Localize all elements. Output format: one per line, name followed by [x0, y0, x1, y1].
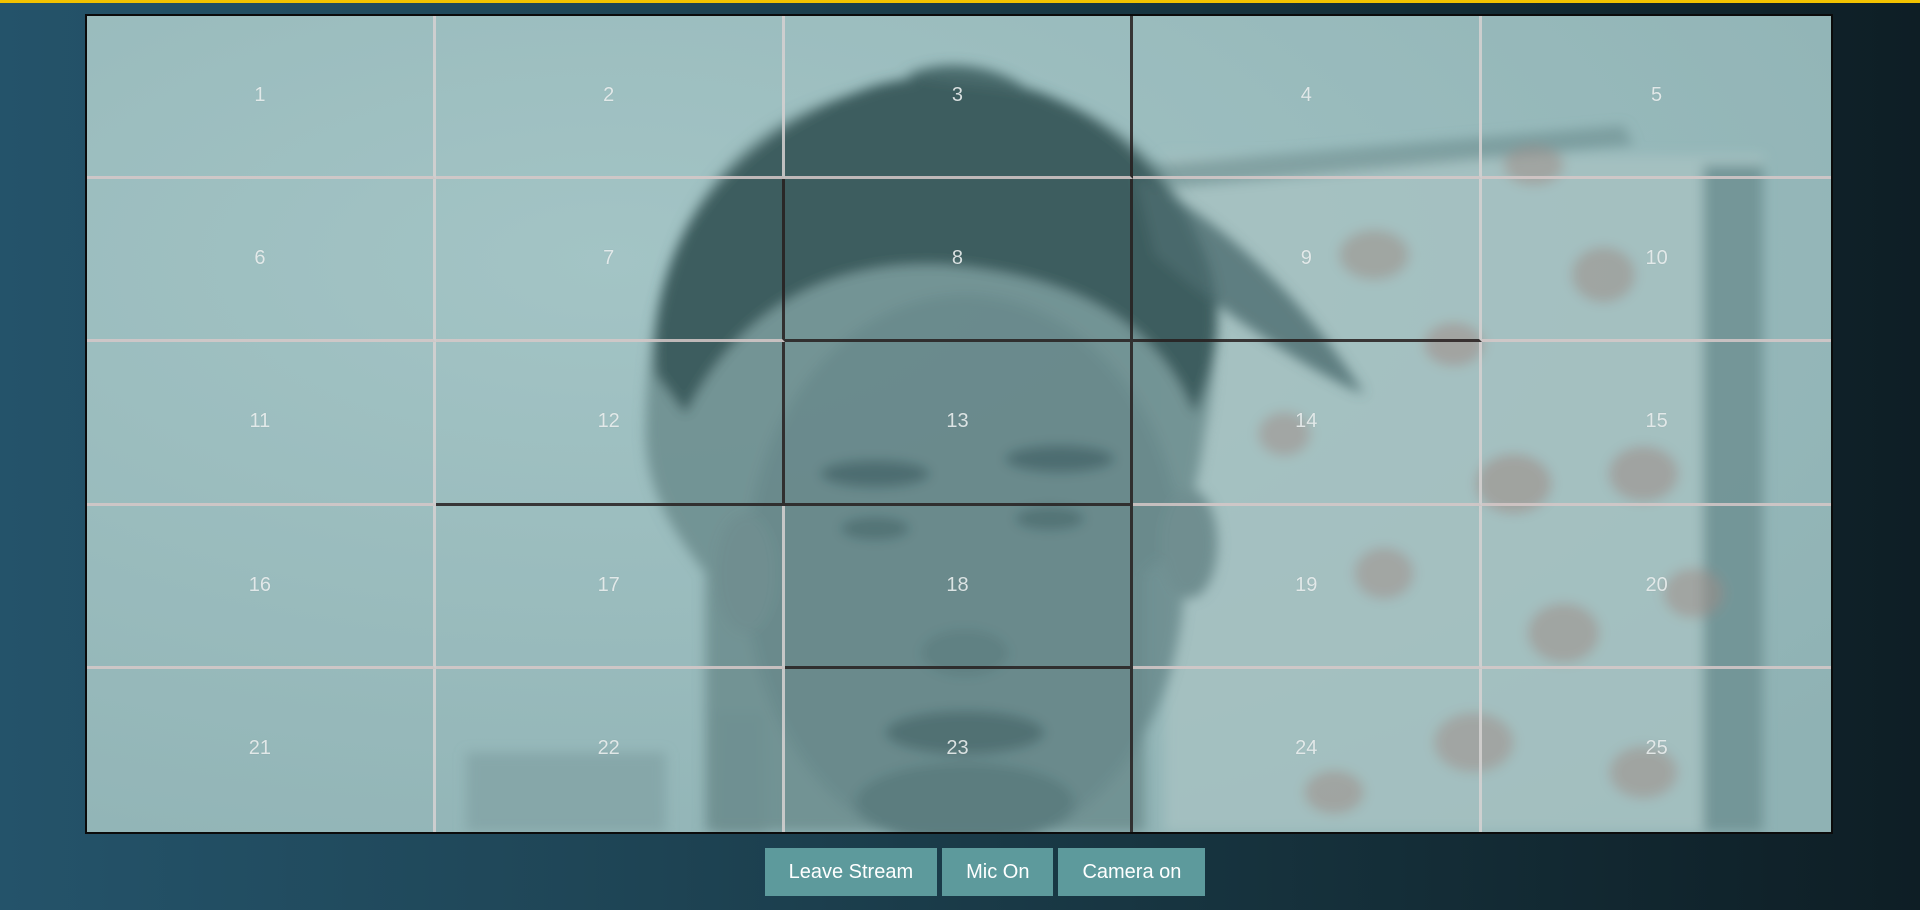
grid-cell-number: 9: [1300, 247, 1312, 270]
grid-cell[interactable]: 5: [1482, 16, 1831, 180]
grid-cell-number: 15: [1645, 410, 1668, 433]
grid-cell[interactable]: 14: [1133, 342, 1483, 506]
grid-cell[interactable]: 16: [87, 505, 436, 669]
grid-cell-number: 11: [249, 410, 271, 433]
grid-cell[interactable]: 24: [1133, 668, 1483, 832]
grid-cell-number: 4: [1300, 84, 1312, 106]
leave-stream-button[interactable]: Leave Stream: [764, 848, 938, 896]
grid-cell[interactable]: 25: [1482, 669, 1831, 832]
grid-cell-number: 13: [946, 410, 969, 433]
video-stream[interactable]: 1 2 3 4 5 6 7 8 9 10 11 12 13 14 15 16 1…: [85, 14, 1833, 834]
grid-cell[interactable]: 3: [784, 16, 1134, 180]
grid-cell-number: 20: [1645, 573, 1668, 596]
grid-cell[interactable]: 13: [784, 342, 1134, 506]
grid-cell-number: 17: [597, 573, 620, 596]
grid-cell[interactable]: 20: [1482, 506, 1831, 669]
grid-cell-number: 21: [248, 736, 272, 759]
grid-cell[interactable]: 6: [87, 179, 436, 343]
grid-cell-number: 1: [254, 84, 266, 106]
grid-cell[interactable]: 19: [1133, 505, 1483, 669]
grid-cell-number: 10: [1645, 247, 1668, 270]
grid-cell[interactable]: 17: [435, 505, 785, 669]
grid-cell-number: 2: [603, 84, 615, 106]
grid-cell-number: 23: [946, 736, 969, 759]
grid-cell[interactable]: 23: [785, 668, 1134, 832]
grid-cell-number: 8: [951, 247, 964, 270]
grid-overlay: 1 2 3 4 5 6 7 8 9 10 11 12 13 14 15 16 1…: [87, 16, 1831, 832]
grid-cell-number: 12: [597, 410, 620, 433]
grid-cell[interactable]: 9: [1133, 179, 1483, 343]
grid-cell-number: 16: [248, 573, 272, 596]
grid-cell-number: 22: [597, 736, 620, 759]
grid-cell[interactable]: 7: [435, 179, 785, 343]
grid-cell[interactable]: 22: [436, 668, 785, 832]
grid-cell-number: 3: [951, 84, 964, 106]
grid-cell[interactable]: 12: [435, 342, 785, 506]
grid-cell-number: 5: [1651, 84, 1663, 106]
grid-cell[interactable]: 8: [784, 179, 1134, 343]
grid-cell[interactable]: 2: [435, 16, 785, 180]
grid-cell[interactable]: 4: [1133, 16, 1483, 180]
camera-toggle-button[interactable]: Camera on: [1058, 848, 1206, 896]
grid-cell-number: 6: [254, 247, 266, 270]
grid-cell-number: 19: [1295, 573, 1318, 596]
grid-cell-number: 25: [1645, 736, 1668, 759]
grid-cell[interactable]: 10: [1482, 179, 1831, 343]
grid-cell-number: 24: [1295, 736, 1318, 759]
top-accent-bar: [0, 0, 1920, 3]
grid-cell[interactable]: 11: [87, 342, 436, 506]
grid-cell-number: 18: [946, 573, 969, 596]
mic-toggle-button[interactable]: Mic On: [942, 848, 1054, 896]
stream-controls: Leave Stream Mic On Camera on: [0, 848, 1920, 896]
grid-cell[interactable]: 21: [87, 668, 436, 832]
grid-cell[interactable]: 15: [1482, 342, 1831, 506]
grid-cell[interactable]: 1: [87, 16, 436, 180]
grid-cell-number: 7: [603, 247, 615, 270]
grid-cell[interactable]: 18: [784, 505, 1134, 669]
grid-cell-number: 14: [1295, 410, 1318, 433]
